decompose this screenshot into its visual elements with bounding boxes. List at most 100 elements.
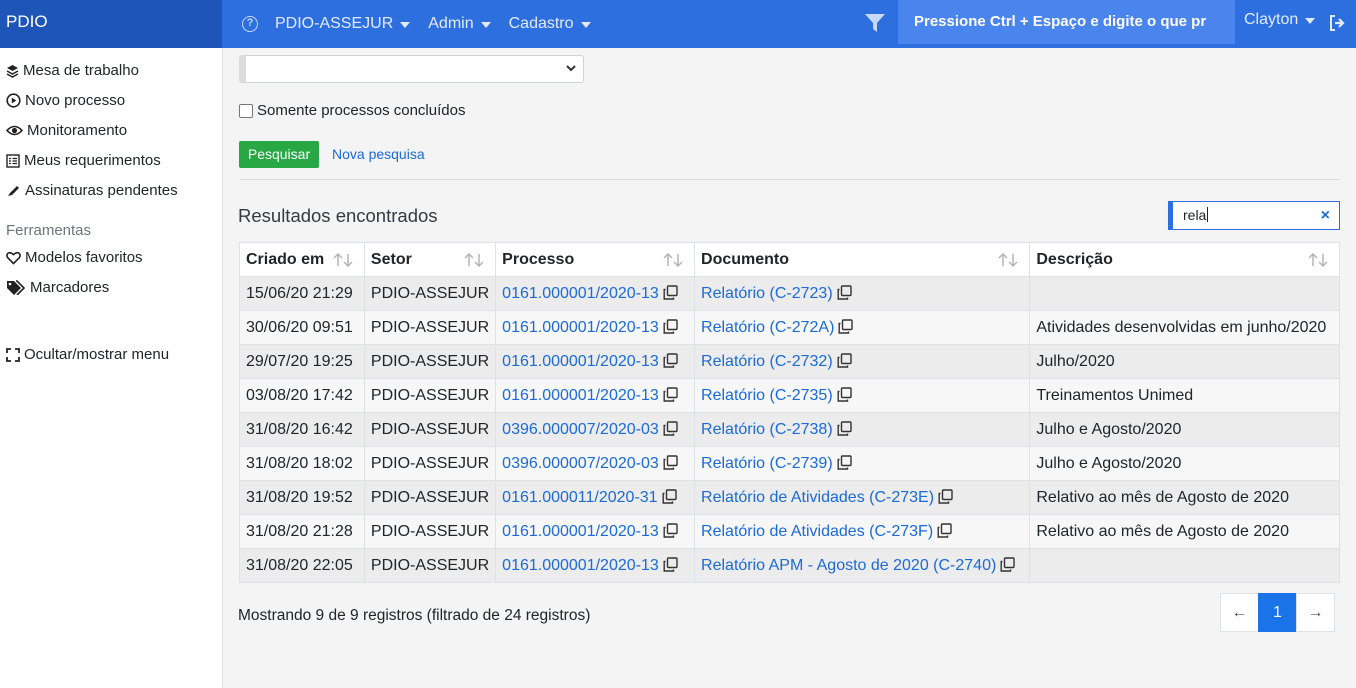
menu-cadastro[interactable]: Cadastro [509,15,591,33]
sidebar-item-mesa[interactable]: Mesa de trabalho [6,62,139,79]
copy-icon[interactable] [663,522,678,538]
main-nav: ? PDIO-ASSEJUR Admin Cadastro [242,0,609,48]
concluded-only-checkbox[interactable] [239,104,253,118]
sidebar-item-marcadores[interactable]: Marcadores [6,279,109,296]
sidebar-item-assinaturas[interactable]: Assinaturas pendentes [6,182,178,199]
process-link[interactable]: 0396.000007/2020-03 [502,455,659,472]
cell-process: 0396.000007/2020-03 [495,446,696,481]
column-label: Processo [502,250,575,268]
copy-icon[interactable] [837,454,852,470]
process-link[interactable]: 0161.000001/2020-13 [502,353,659,370]
cell-created: 29/07/20 19:25 [239,344,365,379]
cell-sector: PDIO-ASSEJUR [363,514,497,549]
sidebar-toggle-menu[interactable]: Ocultar/mostrar menu [6,346,169,363]
process-link[interactable]: 0161.000001/2020-13 [502,557,659,574]
copy-icon[interactable] [662,488,677,504]
help-icon[interactable]: ? [242,16,258,32]
menu-sector[interactable]: PDIO-ASSEJUR [275,15,411,33]
copy-icon[interactable] [663,352,678,368]
sort-icon [663,253,683,267]
page-button-current[interactable]: 1 [1258,593,1297,632]
search-button[interactable]: Pesquisar [239,141,319,168]
caret-down-icon [400,21,411,28]
concluded-only-label[interactable]: Somente processos concluídos [257,102,465,119]
cell-created: 31/08/20 16:42 [239,412,365,447]
sort-icon [333,253,353,267]
heart-icon [6,251,21,265]
caret-down-icon [580,21,591,28]
sidebar-item-monitoramento[interactable]: Monitoramento [6,122,127,139]
sidebar-item-requerimentos[interactable]: Meus requerimentos [6,152,161,169]
cell-sector: PDIO-ASSEJUR [363,276,497,311]
cell-description: Treinamentos Unimed [1029,378,1340,413]
document-link[interactable]: Relatório (C-2723) [701,285,833,302]
process-link[interactable]: 0161.000001/2020-13 [502,523,659,540]
copy-icon[interactable] [663,454,678,470]
cell-sector: PDIO-ASSEJUR [363,344,497,379]
cell-document: Relatório (C-2738) [694,412,1031,447]
cell-process: 0396.000007/2020-03 [495,412,696,447]
sidebar-item-novo-processo[interactable]: Novo processo [6,92,125,109]
copy-icon[interactable] [938,488,953,504]
copy-icon[interactable] [663,318,678,334]
process-link[interactable]: 0161.000001/2020-13 [502,285,659,302]
copy-icon[interactable] [837,352,852,368]
cell-process: 0161.000001/2020-13 [495,514,696,549]
copy-icon[interactable] [837,284,852,300]
table-row: 31/08/20 21:28 PDIO-ASSEJUR 0161.000001/20… [239,514,1340,549]
clear-filter-icon[interactable]: × [1321,202,1330,229]
copy-icon[interactable] [1000,556,1016,572]
user-menu[interactable]: Clayton [1244,11,1316,29]
logout-icon[interactable] [1328,14,1346,32]
cell-created: 31/08/20 18:02 [239,446,365,481]
column-header-sector[interactable]: Setor [363,242,497,277]
user-name: Clayton [1244,11,1299,28]
column-header-document[interactable]: Documento [694,242,1031,277]
copy-icon[interactable] [663,556,678,572]
results-filter-input[interactable]: rela × [1168,201,1340,230]
play-circle-icon [6,93,21,108]
copy-icon[interactable] [663,386,678,402]
brand-logo[interactable]: PDIO [0,0,222,48]
document-link[interactable]: Relatório (C-2738) [701,421,833,438]
filter-select[interactable] [239,55,584,83]
cell-document: Relatório (C-2739) [694,446,1031,481]
menu-admin[interactable]: Admin [428,15,491,33]
copy-icon[interactable] [838,318,854,334]
column-header-description[interactable]: Descrição [1029,242,1340,277]
document-link[interactable]: Relatório (C-2732) [701,353,833,370]
cell-sector: PDIO-ASSEJUR [363,548,497,583]
next-page-button[interactable]: → [1296,593,1335,632]
copy-icon[interactable] [837,420,852,436]
document-link[interactable]: Relatório de Atividades (C-273E) [701,489,934,506]
column-label: Criado em [246,250,325,268]
cell-description: Julho e Agosto/2020 [1029,446,1340,481]
document-link[interactable]: Relatório (C-2739) [701,455,833,472]
text-cursor [1207,207,1209,222]
cell-document: Relatório APM - Agosto de 2020 (C-2740) [694,548,1031,583]
copy-icon[interactable] [663,284,678,300]
cell-description: Atividades desenvolvidas em junho/2020 [1029,310,1340,345]
copy-icon[interactable] [937,522,952,538]
document-link[interactable]: Relatório de Atividades (C-273F) [701,523,933,540]
document-link[interactable]: Relatório APM - Agosto de 2020 (C-2740) [701,557,996,574]
document-link[interactable]: Relatório (C-2735) [701,387,833,404]
new-search-link[interactable]: Nova pesquisa [332,146,425,162]
table-row: 03/08/20 17:42 PDIO-ASSEJUR 0161.000001/20… [239,378,1340,413]
process-link[interactable]: 0161.000011/2020-31 [502,489,657,506]
document-link[interactable]: Relatório (C-272A) [701,319,834,336]
command-search-box[interactable]: Pressione Ctrl + Espaço e digite o que p… [898,0,1235,44]
process-link[interactable]: 0161.000001/2020-13 [502,319,659,336]
eye-icon [6,125,23,136]
column-header-created[interactable]: Criado em [239,242,365,277]
sidebar-item-modelos-favoritos[interactable]: Modelos favoritos [6,249,143,266]
column-header-process[interactable]: Processo [495,242,696,277]
copy-icon[interactable] [663,420,678,436]
process-link[interactable]: 0161.000001/2020-13 [502,387,659,404]
process-link[interactable]: 0396.000007/2020-03 [502,421,659,438]
prev-page-button[interactable]: ← [1220,593,1259,632]
copy-icon[interactable] [837,386,852,402]
table-row: 31/08/20 16:42 PDIO-ASSEJUR 0396.000007/20… [239,412,1340,447]
filter-icon[interactable] [864,12,886,34]
table-header-row: Criado em Setor Processo Documento Descr… [239,242,1340,277]
